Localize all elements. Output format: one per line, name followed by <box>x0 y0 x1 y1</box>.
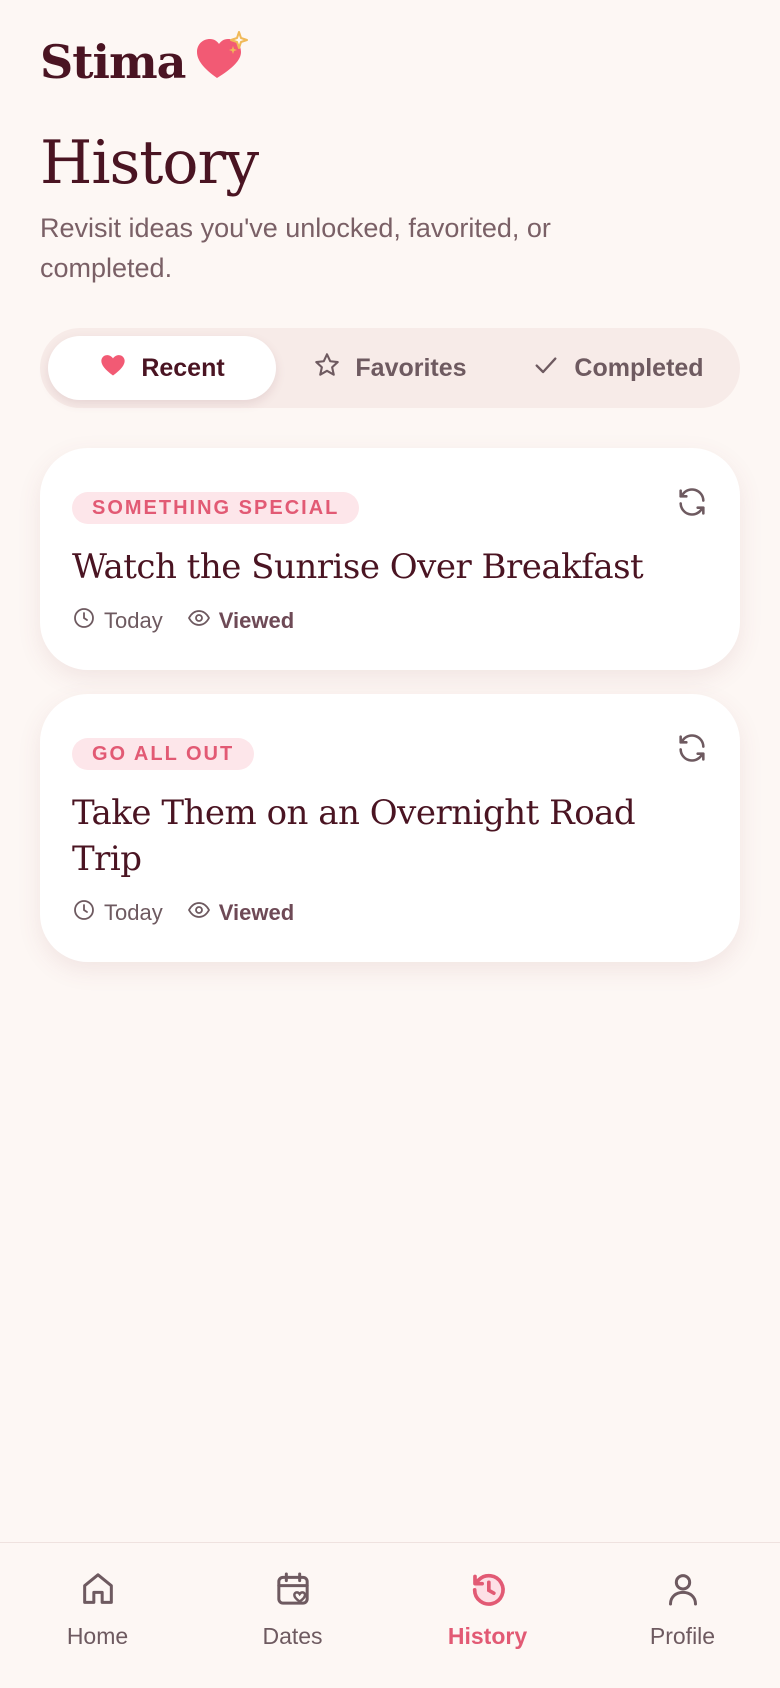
history-filter-tabs: Recent Favorites Completed <box>40 328 740 408</box>
check-icon <box>532 351 560 386</box>
tab-completed[interactable]: Completed <box>504 336 732 400</box>
tab-recent[interactable]: Recent <box>48 336 276 400</box>
nav-history[interactable]: History <box>390 1543 585 1688</box>
time-meta: Today <box>72 606 163 636</box>
time-meta: Today <box>72 898 163 928</box>
nav-profile[interactable]: Profile <box>585 1543 780 1688</box>
time-label: Today <box>104 900 163 925</box>
card-title: Take Them on an Overnight Road Trip <box>72 793 636 879</box>
brand-name: Stima <box>40 35 186 89</box>
bottom-nav: Home Dates History Profile <box>0 1542 780 1688</box>
eye-icon <box>187 606 211 636</box>
heart-sparkle-logo-icon <box>195 30 253 86</box>
nav-label: History <box>447 1623 528 1649</box>
history-icon <box>468 1569 508 1615</box>
tab-label: Recent <box>141 353 225 382</box>
clock-icon <box>72 606 96 636</box>
refresh-icon <box>675 731 709 770</box>
home-icon <box>78 1569 118 1615</box>
person-icon <box>663 1569 703 1615</box>
tab-label: Favorites <box>355 353 467 382</box>
refresh-icon <box>675 485 709 524</box>
page-title: History <box>40 128 259 198</box>
tab-favorites[interactable]: Favorites <box>276 336 504 400</box>
refresh-button[interactable] <box>672 730 712 770</box>
clock-icon <box>72 898 96 928</box>
history-card[interactable]: SOMETHING SPECIAL Watch the Sunrise Over… <box>40 448 740 670</box>
nav-label: Profile <box>649 1623 716 1649</box>
tab-label: Completed <box>574 353 704 382</box>
nav-label: Dates <box>262 1623 323 1649</box>
nav-home[interactable]: Home <box>0 1543 195 1688</box>
card-meta: Today Viewed <box>72 898 318 928</box>
page-subtitle: Revisit ideas you've unlocked, favorited… <box>40 213 551 283</box>
status-label: Viewed <box>218 608 295 633</box>
card-meta: Today Viewed <box>72 606 318 636</box>
nav-dates[interactable]: Dates <box>195 1543 390 1688</box>
nav-label: Home <box>66 1623 129 1649</box>
app-header: Stima <box>40 22 253 102</box>
eye-icon <box>187 898 211 928</box>
refresh-button[interactable] <box>672 484 712 524</box>
calendar-heart-icon <box>273 1569 313 1615</box>
heart-icon <box>99 351 127 386</box>
status-meta: Viewed <box>187 898 294 928</box>
star-icon <box>313 351 341 386</box>
category-badge: GO ALL OUT <box>72 738 255 770</box>
card-title: Watch the Sunrise Over Breakfast <box>72 547 644 587</box>
time-label: Today <box>104 608 163 633</box>
history-card[interactable]: GO ALL OUT Take Them on an Overnight Roa… <box>40 694 740 962</box>
status-meta: Viewed <box>187 606 294 636</box>
status-label: Viewed <box>218 900 295 925</box>
category-badge: SOMETHING SPECIAL <box>72 492 360 524</box>
